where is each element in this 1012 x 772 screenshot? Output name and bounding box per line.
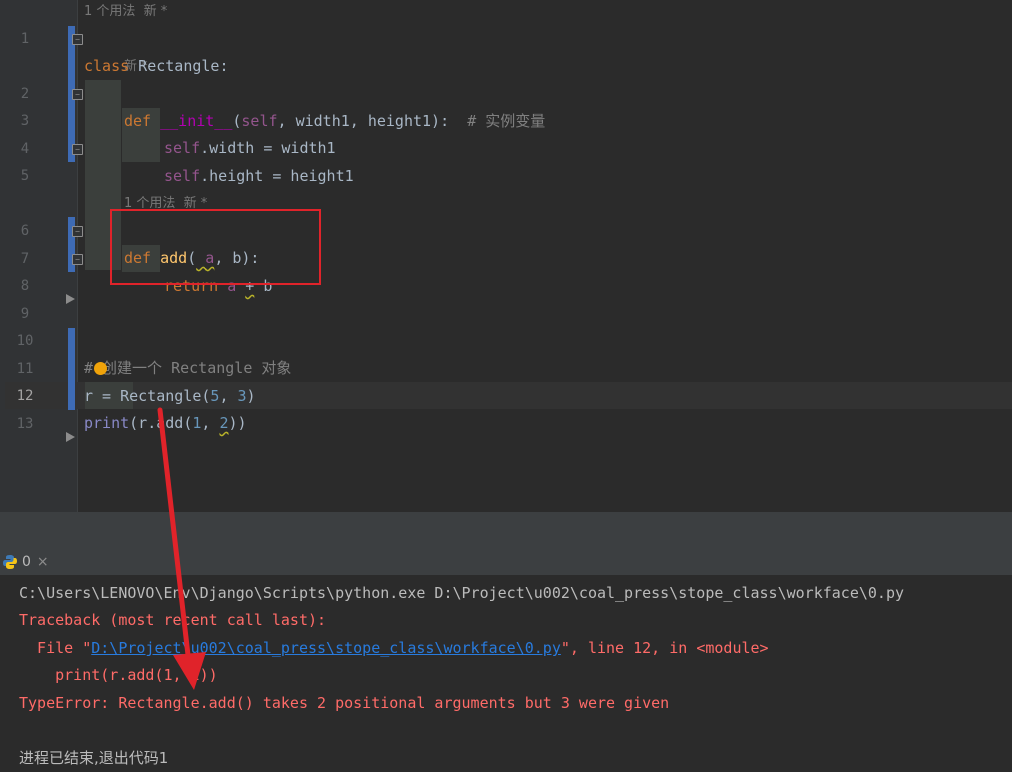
code-line-2[interactable]: def __init__(self, width1, height1): # 实… xyxy=(0,81,1012,130)
console-command-line: C:\Users\LENOVO\Env\Django\Scripts\pytho… xyxy=(19,584,905,602)
run-tab[interactable]: 0 × xyxy=(0,550,49,574)
console-file-line: File "D:\Project\u002\coal_press\stope_c… xyxy=(19,639,769,657)
code-line-1[interactable]: class Rectangle: xyxy=(0,26,1012,75)
intention-bulb-icon[interactable] xyxy=(94,362,107,375)
code-line-12[interactable]: print(r.add(1, 2)) xyxy=(0,383,1012,432)
code-line-3[interactable]: self.width = width1 xyxy=(0,108,1012,157)
close-icon[interactable]: × xyxy=(37,554,49,570)
run-console[interactable]: C:\Users\LENOVO\Env\Django\Scripts\pytho… xyxy=(0,576,1012,768)
run-gutter-arrow-icon[interactable] xyxy=(66,432,75,442)
run-tab-label: 0 xyxy=(22,554,31,570)
code-line-10[interactable]: # 创建一个 Rectangle 对象 xyxy=(0,328,1012,377)
console-traceback-header: Traceback (most recent call last): xyxy=(19,611,327,629)
usage-hint[interactable]: 1 个用法 新 * xyxy=(84,0,167,25)
code-line-4[interactable]: self.height = height1 xyxy=(0,136,1012,185)
console-code-line: print(r.add(1, 2)) xyxy=(19,666,218,684)
run-gutter-arrow-icon[interactable] xyxy=(66,294,75,304)
console-file-link[interactable]: D:\Project\u002\coal_press\stope_class\w… xyxy=(91,639,561,657)
code-editor[interactable]: 1 个用法 新 * 新 * 1 个用法 新 * 1 2 3 4 5 6 7 8 … xyxy=(0,0,1012,512)
code-line-11[interactable]: r = Rectangle(5, 3) xyxy=(0,356,1012,405)
console-error-message: TypeError: Rectangle.add() takes 2 posit… xyxy=(19,694,670,712)
annotation-highlight-box xyxy=(110,209,321,285)
run-panel-header xyxy=(0,515,1012,576)
python-icon xyxy=(2,554,18,570)
